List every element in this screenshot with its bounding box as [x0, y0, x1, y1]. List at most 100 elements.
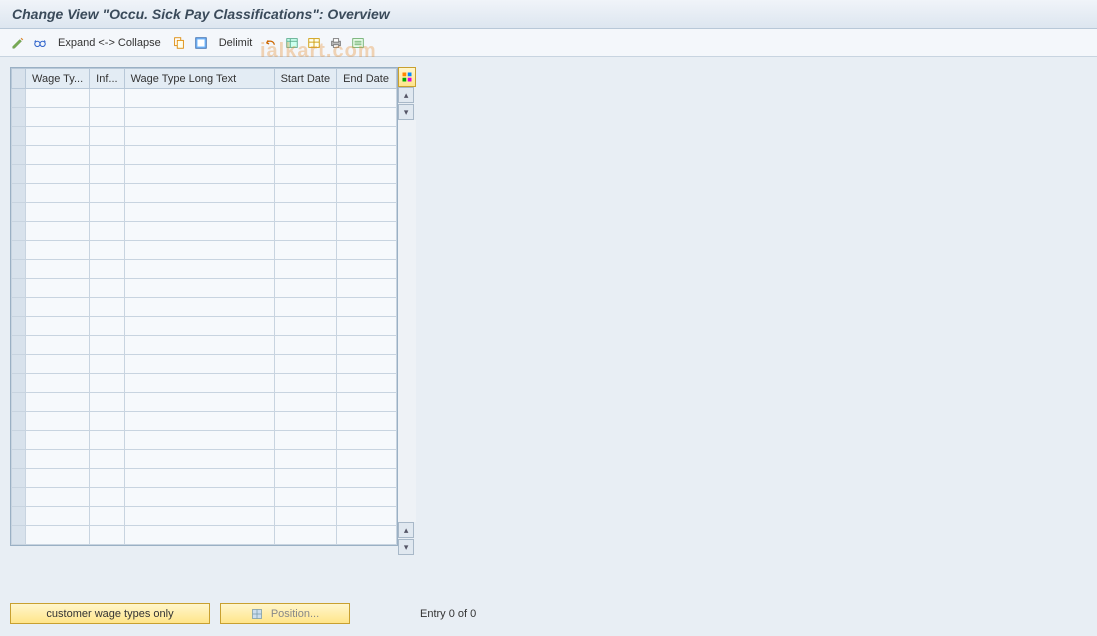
expand-collapse-button[interactable]: Expand <-> Collapse [54, 37, 165, 49]
cell-end-date[interactable] [337, 393, 397, 412]
cell-start-date[interactable] [274, 431, 337, 450]
table-row[interactable] [12, 469, 397, 488]
cell-start-date[interactable] [274, 279, 337, 298]
row-selector[interactable] [12, 184, 26, 203]
cell-inf[interactable] [90, 279, 124, 298]
delimit-button[interactable]: Delimit [215, 37, 257, 49]
col-long-text[interactable]: Wage Type Long Text [124, 69, 274, 89]
cell-end-date[interactable] [337, 298, 397, 317]
cell-long-text[interactable] [124, 355, 274, 374]
row-selector[interactable] [12, 507, 26, 526]
cell-inf[interactable] [90, 431, 124, 450]
cell-inf[interactable] [90, 488, 124, 507]
cell-long-text[interactable] [124, 507, 274, 526]
cell-end-date[interactable] [337, 184, 397, 203]
print-icon[interactable] [328, 35, 344, 51]
cell-inf[interactable] [90, 108, 124, 127]
row-selector[interactable] [12, 108, 26, 127]
col-inf[interactable]: Inf... [90, 69, 124, 89]
scroll-page-up-button[interactable]: ▾ [398, 104, 414, 120]
row-selector[interactable] [12, 431, 26, 450]
cell-start-date[interactable] [274, 412, 337, 431]
row-selector[interactable] [12, 374, 26, 393]
change-icon[interactable] [10, 35, 26, 51]
col-start-date[interactable]: Start Date [274, 69, 337, 89]
table-row[interactable] [12, 431, 397, 450]
cell-long-text[interactable] [124, 184, 274, 203]
cell-start-date[interactable] [274, 298, 337, 317]
row-selector[interactable] [12, 469, 26, 488]
scroll-down-button[interactable]: ▾ [398, 539, 414, 555]
cell-wage-type[interactable] [26, 355, 90, 374]
cell-inf[interactable] [90, 222, 124, 241]
cell-start-date[interactable] [274, 507, 337, 526]
cell-end-date[interactable] [337, 241, 397, 260]
table-row[interactable] [12, 260, 397, 279]
cell-start-date[interactable] [274, 317, 337, 336]
cell-wage-type[interactable] [26, 241, 90, 260]
cell-inf[interactable] [90, 146, 124, 165]
copy-icon[interactable] [171, 35, 187, 51]
row-selector[interactable] [12, 260, 26, 279]
table-row[interactable] [12, 393, 397, 412]
grid-icon[interactable] [306, 35, 322, 51]
cell-wage-type[interactable] [26, 127, 90, 146]
row-selector[interactable] [12, 393, 26, 412]
scrollbar-track[interactable] [398, 120, 416, 522]
row-selector-header[interactable] [12, 69, 26, 89]
cell-wage-type[interactable] [26, 374, 90, 393]
cell-start-date[interactable] [274, 203, 337, 222]
cell-long-text[interactable] [124, 488, 274, 507]
row-selector[interactable] [12, 355, 26, 374]
cell-inf[interactable] [90, 507, 124, 526]
cell-inf[interactable] [90, 355, 124, 374]
cell-start-date[interactable] [274, 260, 337, 279]
table-row[interactable] [12, 526, 397, 545]
cell-end-date[interactable] [337, 355, 397, 374]
cell-wage-type[interactable] [26, 450, 90, 469]
table-row[interactable] [12, 450, 397, 469]
table-row[interactable] [12, 317, 397, 336]
col-end-date[interactable]: End Date [337, 69, 397, 89]
cell-end-date[interactable] [337, 89, 397, 108]
glasses-icon[interactable] [32, 35, 48, 51]
cell-wage-type[interactable] [26, 165, 90, 184]
cell-start-date[interactable] [274, 450, 337, 469]
cell-wage-type[interactable] [26, 507, 90, 526]
cell-long-text[interactable] [124, 260, 274, 279]
cell-wage-type[interactable] [26, 89, 90, 108]
cell-end-date[interactable] [337, 431, 397, 450]
cell-long-text[interactable] [124, 469, 274, 488]
table-row[interactable] [12, 507, 397, 526]
cell-end-date[interactable] [337, 317, 397, 336]
table-row[interactable] [12, 127, 397, 146]
cell-long-text[interactable] [124, 374, 274, 393]
row-selector[interactable] [12, 222, 26, 241]
cell-inf[interactable] [90, 203, 124, 222]
cell-wage-type[interactable] [26, 317, 90, 336]
cell-inf[interactable] [90, 393, 124, 412]
cell-long-text[interactable] [124, 165, 274, 184]
row-selector[interactable] [12, 279, 26, 298]
cell-end-date[interactable] [337, 108, 397, 127]
cell-start-date[interactable] [274, 355, 337, 374]
cell-long-text[interactable] [124, 431, 274, 450]
row-selector[interactable] [12, 165, 26, 184]
cell-end-date[interactable] [337, 507, 397, 526]
cell-long-text[interactable] [124, 127, 274, 146]
row-selector[interactable] [12, 526, 26, 545]
cell-end-date[interactable] [337, 260, 397, 279]
table-config-button[interactable] [398, 67, 416, 87]
cell-start-date[interactable] [274, 222, 337, 241]
row-selector[interactable] [12, 203, 26, 222]
cell-end-date[interactable] [337, 450, 397, 469]
row-selector[interactable] [12, 241, 26, 260]
table-row[interactable] [12, 222, 397, 241]
cell-end-date[interactable] [337, 165, 397, 184]
cell-inf[interactable] [90, 89, 124, 108]
cell-inf[interactable] [90, 165, 124, 184]
table-row[interactable] [12, 184, 397, 203]
cell-inf[interactable] [90, 336, 124, 355]
cell-long-text[interactable] [124, 279, 274, 298]
cell-long-text[interactable] [124, 108, 274, 127]
